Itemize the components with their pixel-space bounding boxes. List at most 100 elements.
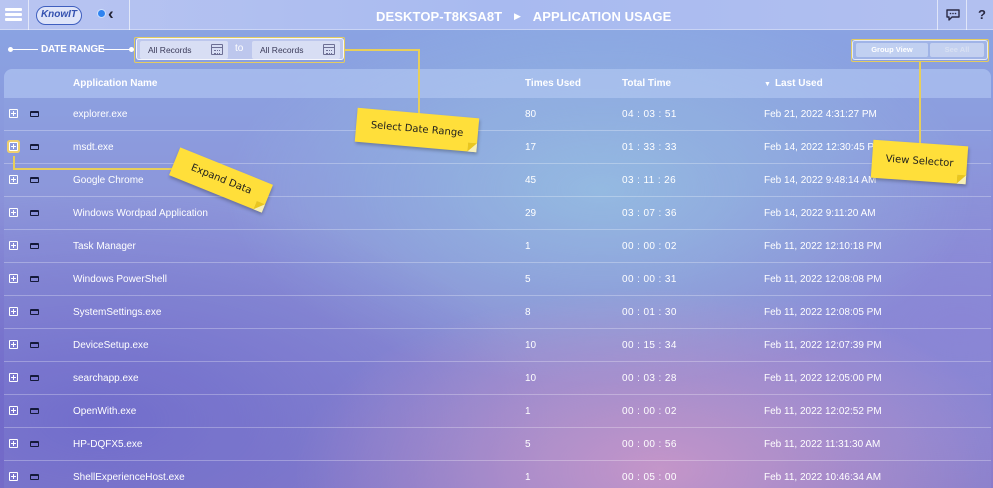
table-row[interactable]: ShellExperienceHost.exe 1 00 : 05 : 00 F… xyxy=(4,461,991,488)
cell-application-name: Task Manager xyxy=(73,241,136,252)
cell-last-used: Feb 11, 2022 12:08:05 PM xyxy=(764,307,882,318)
callout-connector xyxy=(13,168,178,170)
application-window-icon xyxy=(30,210,39,216)
cell-times-used: 45 xyxy=(525,175,537,186)
cell-times-used: 10 xyxy=(525,340,537,351)
column-header-total-time[interactable]: Total Time xyxy=(622,78,671,89)
cell-times-used: 1 xyxy=(525,406,531,417)
date-range-line xyxy=(103,49,130,50)
cell-application-name: SystemSettings.exe xyxy=(73,307,162,318)
expand-row-icon[interactable] xyxy=(9,109,18,118)
cell-times-used: 8 xyxy=(525,307,531,318)
application-window-icon xyxy=(30,111,39,117)
expand-row-icon[interactable] xyxy=(9,373,18,382)
cell-times-used: 80 xyxy=(525,109,537,120)
cell-last-used: Feb 11, 2022 12:07:39 PM xyxy=(764,340,882,351)
callout-connector xyxy=(418,49,420,115)
cell-application-name: OpenWith.exe xyxy=(73,406,137,417)
cell-total-time: 01 : 33 : 33 xyxy=(622,142,677,153)
table-body: explorer.exe 80 04 : 03 : 51 Feb 21, 202… xyxy=(4,98,991,488)
table-row[interactable]: Windows PowerShell 5 00 : 00 : 31 Feb 11… xyxy=(4,263,991,296)
table-row[interactable]: SystemSettings.exe 8 00 : 01 : 30 Feb 11… xyxy=(4,296,991,329)
cell-last-used: Feb 11, 2022 12:10:18 PM xyxy=(764,241,882,252)
expand-row-icon[interactable] xyxy=(9,274,18,283)
cell-application-name: ShellExperienceHost.exe xyxy=(73,472,185,483)
cell-last-used: Feb 14, 2022 9:11:20 AM xyxy=(764,208,876,219)
column-header-application-name[interactable]: Application Name xyxy=(73,78,157,89)
hamburger-menu-icon[interactable] xyxy=(5,8,22,22)
cell-times-used: 29 xyxy=(525,208,537,219)
expand-row-icon[interactable] xyxy=(9,439,18,448)
cell-last-used: Feb 14, 2022 12:30:45 PM xyxy=(764,142,883,153)
device-name: DESKTOP-T8KSA8T xyxy=(376,9,503,25)
application-window-icon xyxy=(30,342,39,348)
expand-row-icon[interactable] xyxy=(9,406,18,415)
cell-times-used: 1 xyxy=(525,472,531,483)
application-window-icon xyxy=(30,474,39,480)
table-row[interactable]: searchapp.exe 10 00 : 03 : 28 Feb 11, 20… xyxy=(4,362,991,395)
cell-last-used: Feb 11, 2022 12:05:00 PM xyxy=(764,373,882,384)
cell-total-time: 00 : 01 : 30 xyxy=(622,307,677,318)
application-window-icon xyxy=(30,276,39,282)
cell-times-used: 5 xyxy=(525,274,531,285)
application-window-icon xyxy=(30,144,39,150)
table-row[interactable]: Task Manager 1 00 : 00 : 02 Feb 11, 2022… xyxy=(4,230,991,263)
cell-total-time: 00 : 00 : 02 xyxy=(622,406,677,417)
cell-total-time: 00 : 15 : 34 xyxy=(622,340,677,351)
chevron-left-icon: ‹ xyxy=(108,4,114,23)
cell-application-name: Google Chrome xyxy=(73,175,144,186)
date-range-highlight xyxy=(134,37,345,63)
breadcrumb-caret-icon: ▶ xyxy=(513,11,521,22)
cell-application-name: msdt.exe xyxy=(73,142,114,153)
cell-application-name: explorer.exe xyxy=(73,109,128,120)
table-row[interactable]: OpenWith.exe 1 00 : 00 : 02 Feb 11, 2022… xyxy=(4,395,991,428)
cell-total-time: 00 : 05 : 00 xyxy=(622,472,677,483)
table-row[interactable]: msdt.exe 17 01 : 33 : 33 Feb 14, 2022 12… xyxy=(4,131,991,164)
divider xyxy=(129,0,130,30)
cell-application-name: HP-DQFX5.exe xyxy=(73,439,143,450)
cell-application-name: Windows PowerShell xyxy=(73,274,167,285)
cell-application-name: DeviceSetup.exe xyxy=(73,340,149,351)
cell-times-used: 17 xyxy=(525,142,537,153)
cell-total-time: 04 : 03 : 51 xyxy=(622,109,677,120)
cell-total-time: 00 : 00 : 31 xyxy=(622,274,677,285)
expand-row-icon[interactable] xyxy=(9,142,18,151)
table-header: Application Name Times Used Total Time ▼… xyxy=(4,69,991,98)
application-window-icon xyxy=(30,309,39,315)
callout-connector xyxy=(345,49,419,51)
column-header-last-used[interactable]: ▼ Last Used xyxy=(764,78,823,89)
table-row[interactable]: DeviceSetup.exe 10 00 : 15 : 34 Feb 11, … xyxy=(4,329,991,362)
collapse-sidebar-button[interactable]: ‹ xyxy=(97,4,123,24)
callout-connector xyxy=(919,62,921,146)
knowit-logo: KnowIT xyxy=(36,6,82,25)
application-window-icon xyxy=(30,375,39,381)
expand-row-icon[interactable] xyxy=(9,307,18,316)
cell-last-used: Feb 11, 2022 12:08:08 PM xyxy=(764,274,882,285)
cell-times-used: 5 xyxy=(525,439,531,450)
page-title-text: APPLICATION USAGE xyxy=(532,9,672,25)
cell-last-used: Feb 11, 2022 11:31:30 AM xyxy=(764,439,881,450)
cell-last-used: Feb 21, 2022 4:31:27 PM xyxy=(764,109,877,120)
divider xyxy=(937,0,938,30)
help-button[interactable]: ? xyxy=(972,6,992,24)
expand-row-icon[interactable] xyxy=(9,472,18,481)
chat-bubble-icon[interactable] xyxy=(943,6,963,24)
cell-total-time: 00 : 00 : 02 xyxy=(622,241,677,252)
column-header-times-used[interactable]: Times Used xyxy=(525,78,581,89)
table-row[interactable]: Windows Wordpad Application 29 03 : 07 :… xyxy=(4,197,991,230)
table-row[interactable]: HP-DQFX5.exe 5 00 : 00 : 56 Feb 11, 2022… xyxy=(4,428,991,461)
view-selector-highlight xyxy=(851,39,989,62)
cell-total-time: 00 : 00 : 56 xyxy=(622,439,677,450)
cell-last-used: Feb 11, 2022 12:02:52 PM xyxy=(764,406,882,417)
expand-row-icon[interactable] xyxy=(9,175,18,184)
expand-row-icon[interactable] xyxy=(9,340,18,349)
expand-row-icon[interactable] xyxy=(9,241,18,250)
callout-view-selector: View Selector xyxy=(870,139,969,185)
page-title: DESKTOP-T8KSA8T ▶ APPLICATION USAGE xyxy=(376,8,671,24)
table-row[interactable]: explorer.exe 80 04 : 03 : 51 Feb 21, 202… xyxy=(4,98,991,131)
date-range-line xyxy=(12,49,38,50)
expand-row-icon[interactable] xyxy=(9,208,18,217)
cell-application-name: Windows Wordpad Application xyxy=(73,208,208,219)
sort-descending-icon: ▼ xyxy=(764,81,771,88)
cell-last-used: Feb 11, 2022 10:46:34 AM xyxy=(764,472,882,483)
